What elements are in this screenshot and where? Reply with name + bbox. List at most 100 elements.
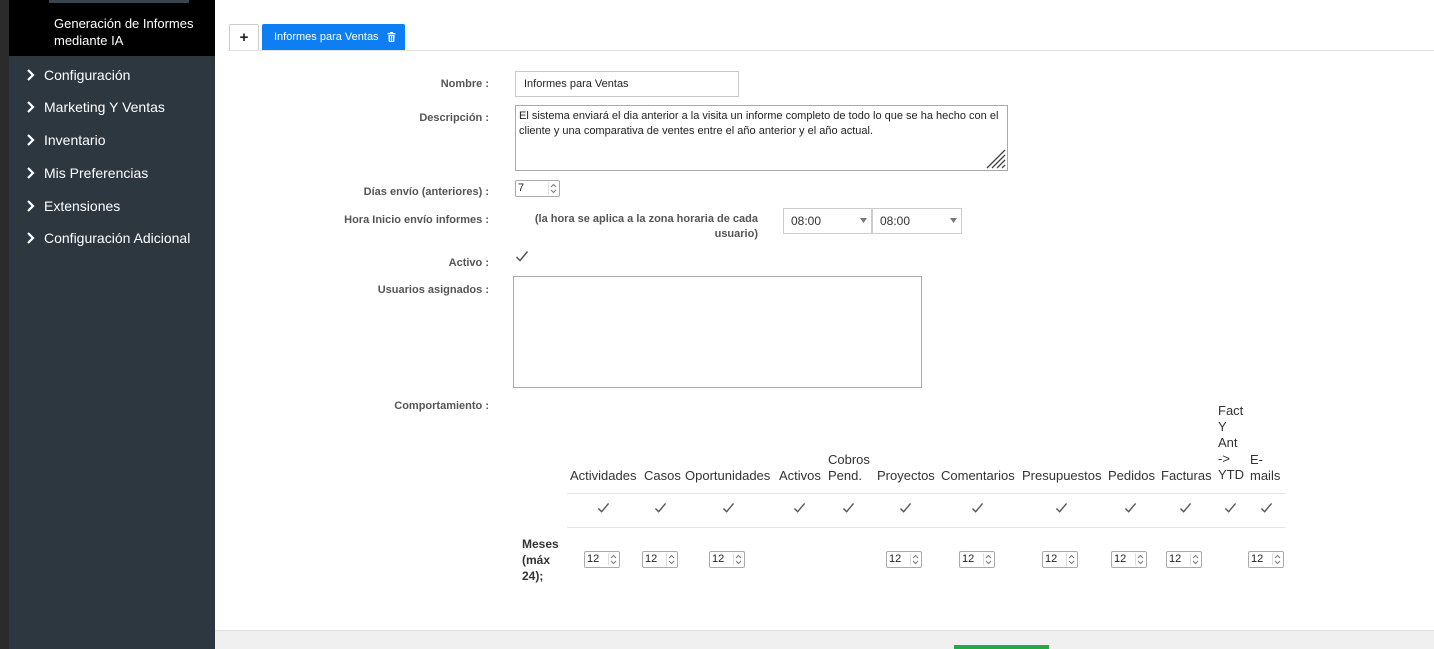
meses-value: 12	[645, 553, 658, 565]
meses-value: 12	[889, 553, 902, 565]
checkbox-casos[interactable]	[654, 502, 667, 514]
hora-desde-select[interactable]: 08:00	[783, 208, 872, 234]
sidebar: Generación de Informes mediante IA Confi…	[9, 0, 215, 649]
chevron-right-icon	[26, 134, 38, 146]
stepper-arrows-icon[interactable]	[1135, 553, 1145, 566]
save-button[interactable]	[954, 645, 1049, 649]
sidebar-item-label: Configuración	[44, 67, 131, 83]
sidebar-item-extensiones[interactable]: Extensiones	[9, 191, 215, 221]
checkbox-oportunidades[interactable]	[722, 502, 735, 514]
sidebar-item-inventario[interactable]: Inventario	[9, 125, 215, 155]
usuarios-asignados-label: Usuarios asignados :	[377, 284, 489, 296]
stepper-arrows-icon[interactable]	[608, 553, 618, 566]
tab-informes-para-ventas[interactable]: Informes para Ventas	[262, 24, 405, 50]
table-divider	[567, 527, 1286, 528]
dias-envio-value: 7	[518, 182, 525, 194]
meses-label: Meses (máx 24);	[522, 537, 559, 583]
stepper-arrows-icon[interactable]	[548, 182, 558, 195]
trash-icon[interactable]	[387, 32, 396, 42]
sidebar-item-label: Generación de Informes mediante IA	[54, 16, 194, 48]
meses-value: 12	[1251, 553, 1264, 565]
activo-checkbox[interactable]	[515, 250, 529, 263]
meses-proyectos-stepper[interactable]: 12	[886, 551, 922, 568]
stepper-arrows-icon[interactable]	[666, 553, 676, 566]
checkbox-presupuestos[interactable]	[1055, 502, 1068, 514]
col-header-fact-ant-ytd: Fact Y Ant -> YTD	[1218, 403, 1244, 482]
col-header-emails: E-mails	[1250, 452, 1281, 483]
dias-envio-stepper[interactable]: 7	[515, 180, 560, 197]
checkbox-fact-ant-ytd[interactable]	[1224, 502, 1237, 514]
meses-actividades-stepper[interactable]: 12	[584, 551, 620, 568]
stepper-arrows-icon[interactable]	[983, 553, 993, 566]
meses-comentarios-stepper[interactable]: 12	[959, 551, 995, 568]
nombre-input[interactable]: Informes para Ventas	[515, 71, 739, 97]
descripcion-label: Descripción :	[419, 112, 489, 124]
meses-oportunidades-stepper[interactable]: 12	[709, 551, 745, 568]
hora-note: (la hora se aplica a la zona horaria de …	[534, 213, 758, 240]
window-edge	[0, 0, 9, 649]
col-header-pedidos: Pedidos	[1108, 468, 1155, 483]
col-header-casos: Casos	[644, 468, 681, 483]
checkbox-proyectos[interactable]	[899, 502, 912, 514]
descripcion-textarea[interactable]: El sistema enviará el dia anterior a la …	[515, 105, 1008, 171]
meses-value: 12	[1045, 553, 1058, 565]
meses-facturas-stepper[interactable]: 12	[1166, 551, 1202, 568]
sidebar-item-label: Marketing Y Ventas	[44, 99, 165, 115]
chevron-right-icon	[26, 200, 38, 212]
stepper-arrows-icon[interactable]	[1272, 553, 1282, 566]
meses-emails-stepper[interactable]: 12	[1248, 551, 1284, 568]
chevron-right-icon	[26, 232, 38, 244]
activo-label: Activo :	[448, 257, 489, 269]
sidebar-item-generacion-informes[interactable]: Generación de Informes mediante IA	[9, 0, 215, 56]
caret-down-icon	[860, 218, 867, 223]
add-tab-button[interactable]: +	[229, 24, 259, 50]
dias-envio-label: Días envío (anteriores) :	[363, 186, 489, 198]
hora-hasta-value: 08:00	[880, 214, 911, 228]
resize-handle-icon[interactable]	[984, 147, 1006, 169]
sidebar-item-configuracion[interactable]: Configuración	[9, 60, 215, 90]
checkbox-activos[interactable]	[793, 502, 806, 514]
chevron-right-icon	[26, 167, 38, 179]
chevron-right-icon	[26, 101, 38, 113]
chevron-right-icon	[26, 69, 38, 81]
checkbox-actividades[interactable]	[597, 502, 610, 514]
col-header-presupuestos: Presupuestos	[1022, 468, 1102, 483]
meses-presupuestos-stepper[interactable]: 12	[1042, 551, 1078, 568]
col-header-oportunidades: Oportunidades	[685, 468, 771, 483]
stepper-arrows-icon[interactable]	[733, 553, 743, 566]
tab-divider	[228, 50, 1434, 51]
sidebar-item-mis-preferencias[interactable]: Mis Preferencias	[9, 158, 215, 188]
meses-value: 12	[1114, 553, 1127, 565]
meses-value: 12	[712, 553, 725, 565]
col-header-facturas: Facturas	[1161, 468, 1212, 483]
nombre-label: Nombre :	[440, 78, 489, 90]
sidebar-item-label: Mis Preferencias	[44, 165, 149, 181]
col-header-comentarios: Comentarios	[941, 468, 1015, 483]
col-header-actividades: Actividades	[570, 468, 637, 483]
stepper-arrows-icon[interactable]	[910, 553, 920, 566]
stepper-arrows-icon[interactable]	[1190, 553, 1200, 566]
sidebar-previous-item-edge	[49, 0, 189, 3]
checkbox-comentarios[interactable]	[971, 502, 984, 514]
hora-desde-value: 08:00	[791, 214, 822, 228]
meses-value: 12	[962, 553, 975, 565]
sidebar-item-configuracion-adicional[interactable]: Configuración Adicional	[9, 223, 215, 253]
tab-label: Informes para Ventas	[274, 31, 379, 43]
checkbox-pedidos[interactable]	[1124, 502, 1137, 514]
caret-down-icon	[950, 218, 957, 223]
meses-pedidos-stepper[interactable]: 12	[1111, 551, 1147, 568]
meses-casos-stepper[interactable]: 12	[642, 551, 678, 568]
col-header-activos: Activos	[779, 468, 821, 483]
comportamiento-label: Comportamiento :	[394, 400, 489, 412]
meses-value: 12	[1169, 553, 1182, 565]
sidebar-item-label: Configuración Adicional	[44, 230, 191, 246]
usuarios-asignados-list[interactable]	[513, 276, 922, 388]
form-footer	[215, 630, 1434, 649]
checkbox-facturas[interactable]	[1179, 502, 1192, 514]
checkbox-cobros-pend[interactable]	[842, 502, 855, 514]
checkbox-emails[interactable]	[1260, 502, 1273, 514]
sidebar-item-marketing-ventas[interactable]: Marketing Y Ventas	[9, 92, 215, 122]
stepper-arrows-icon[interactable]	[1066, 553, 1076, 566]
hora-hasta-select[interactable]: 08:00	[872, 208, 962, 234]
meses-value: 12	[587, 553, 600, 565]
